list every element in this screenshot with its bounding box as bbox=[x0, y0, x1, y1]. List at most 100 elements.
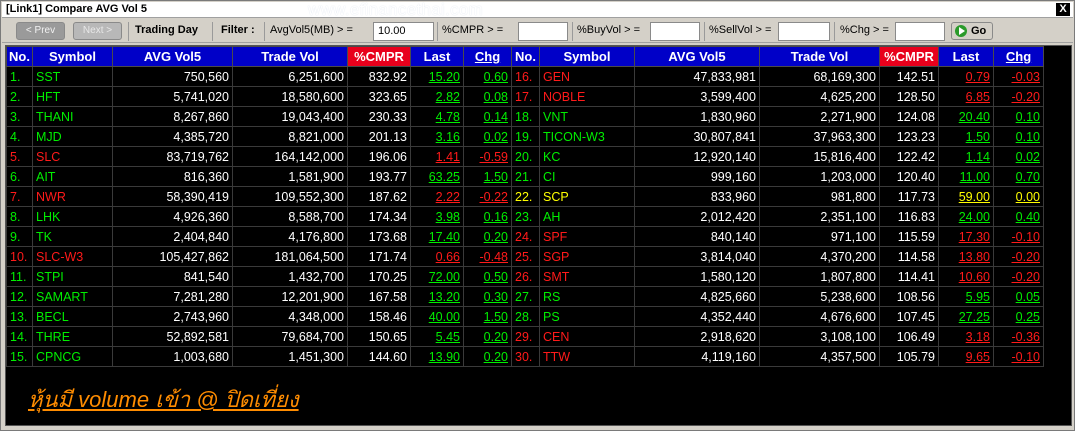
last-price-cell[interactable]: 17.40 bbox=[410, 226, 464, 247]
table-row[interactable]: 9. TK 2,404,840 4,176,800 173.68 17.40 0.20 24.… bbox=[6, 226, 1044, 247]
table-row[interactable]: 2. HFT 5,741,020 18,580,600 323.65 2.82 0.08 17… bbox=[6, 86, 1044, 107]
chg-cell[interactable]: -0.22 bbox=[463, 186, 512, 207]
last-price-cell[interactable]: 17.30 bbox=[938, 226, 994, 247]
chg-cell[interactable]: -0.36 bbox=[993, 326, 1044, 347]
table-row[interactable]: 5. SLC 83,719,762 164,142,000 196.06 1.41 -0.5… bbox=[6, 146, 1044, 167]
last-price-cell[interactable]: 27.25 bbox=[938, 306, 994, 327]
trading-day-toggle[interactable]: Trading Day bbox=[135, 24, 198, 36]
close-icon[interactable]: X bbox=[1056, 3, 1070, 16]
table-row[interactable]: 6. AIT 816,360 1,581,900 193.77 63.25 1.50 21. C… bbox=[6, 166, 1044, 187]
go-button[interactable]: Go bbox=[951, 22, 993, 40]
table-row[interactable]: 3. THANI 8,267,860 19,043,400 230.33 4.78 0.14… bbox=[6, 106, 1044, 127]
last-price-cell[interactable]: 10.60 bbox=[938, 266, 994, 287]
symbol-cell[interactable]: AH bbox=[539, 206, 635, 227]
chg-cell[interactable]: -0.10 bbox=[993, 346, 1044, 367]
symbol-cell[interactable]: NWR bbox=[32, 186, 113, 207]
last-price-cell[interactable]: 1.14 bbox=[938, 146, 994, 167]
last-price-cell[interactable]: 4.78 bbox=[410, 106, 464, 127]
table-row[interactable]: 15. CPNCG 1,003,680 1,451,300 144.60 13.90 0.2… bbox=[6, 346, 1044, 367]
chg-cell[interactable]: -0.20 bbox=[993, 266, 1044, 287]
last-price-cell[interactable]: 9.65 bbox=[938, 346, 994, 367]
chg-cell[interactable]: 0.50 bbox=[463, 266, 512, 287]
last-price-cell[interactable]: 3.16 bbox=[410, 126, 464, 147]
chg-cell[interactable]: 0.14 bbox=[463, 106, 512, 127]
symbol-cell[interactable]: KC bbox=[539, 146, 635, 167]
symbol-cell[interactable]: HFT bbox=[32, 86, 113, 107]
last-price-cell[interactable]: 40.00 bbox=[410, 306, 464, 327]
chg-cell[interactable]: 0.70 bbox=[993, 166, 1044, 187]
last-price-cell[interactable]: 15.20 bbox=[410, 66, 464, 87]
chg-cell[interactable]: 0.08 bbox=[463, 86, 512, 107]
chg-cell[interactable]: 1.50 bbox=[463, 306, 512, 327]
symbol-cell[interactable]: TICON-W3 bbox=[539, 126, 635, 147]
last-price-cell[interactable]: 63.25 bbox=[410, 166, 464, 187]
last-price-cell[interactable]: 3.18 bbox=[938, 326, 994, 347]
chg-cell[interactable]: 0.00 bbox=[993, 186, 1044, 207]
chg-cell[interactable]: 0.16 bbox=[463, 206, 512, 227]
last-price-cell[interactable]: 5.95 bbox=[938, 286, 994, 307]
symbol-cell[interactable]: BECL bbox=[32, 306, 113, 327]
symbol-cell[interactable]: NOBLE bbox=[539, 86, 635, 107]
table-row[interactable]: 7. NWR 58,390,419 109,552,300 187.62 2.22 -0.2… bbox=[6, 186, 1044, 207]
table-row[interactable]: 4. MJD 4,385,720 8,821,000 201.13 3.16 0.02 19.… bbox=[6, 126, 1044, 147]
symbol-cell[interactable]: CPNCG bbox=[32, 346, 113, 367]
chg-cell[interactable]: -0.03 bbox=[993, 66, 1044, 87]
symbol-cell[interactable]: TK bbox=[32, 226, 113, 247]
col-header-symbol[interactable]: Symbol bbox=[539, 46, 635, 67]
symbol-cell[interactable]: SMT bbox=[539, 266, 635, 287]
symbol-cell[interactable]: SLC bbox=[32, 146, 113, 167]
table-row[interactable]: 11. STPI 841,540 1,432,700 170.25 72.00 0.50 26… bbox=[6, 266, 1044, 287]
last-price-cell[interactable]: 1.50 bbox=[938, 126, 994, 147]
chg-cell[interactable]: 0.20 bbox=[463, 226, 512, 247]
chg-cell[interactable]: -0.48 bbox=[463, 246, 512, 267]
symbol-cell[interactable]: VNT bbox=[539, 106, 635, 127]
table-row[interactable]: 14. THRE 52,892,581 79,684,700 150.65 5.45 0.2… bbox=[6, 326, 1044, 347]
chg-cell[interactable]: 0.10 bbox=[993, 126, 1044, 147]
last-price-cell[interactable]: 72.00 bbox=[410, 266, 464, 287]
chg-cell[interactable]: 0.02 bbox=[463, 126, 512, 147]
col-header-avg-vol5[interactable]: AVG Vol5 bbox=[112, 46, 233, 67]
chg-cell[interactable]: 0.05 bbox=[993, 286, 1044, 307]
symbol-cell[interactable]: RS bbox=[539, 286, 635, 307]
chg-cell[interactable]: -0.10 bbox=[993, 226, 1044, 247]
symbol-cell[interactable]: SGP bbox=[539, 246, 635, 267]
chg-cell[interactable]: 0.40 bbox=[993, 206, 1044, 227]
last-price-cell[interactable]: 11.00 bbox=[938, 166, 994, 187]
chg-cell[interactable]: 0.10 bbox=[993, 106, 1044, 127]
symbol-cell[interactable]: SPF bbox=[539, 226, 635, 247]
table-row[interactable]: 12. SAMART 7,281,280 12,201,900 167.58 13.20 0… bbox=[6, 286, 1044, 307]
last-price-cell[interactable]: 1.41 bbox=[410, 146, 464, 167]
chg-cell[interactable]: 0.60 bbox=[463, 66, 512, 87]
col-header-chg[interactable]: Chg bbox=[463, 46, 512, 67]
symbol-cell[interactable]: AIT bbox=[32, 166, 113, 187]
symbol-cell[interactable]: CI bbox=[539, 166, 635, 187]
last-price-cell[interactable]: 5.45 bbox=[410, 326, 464, 347]
sellvol-filter-input[interactable] bbox=[778, 22, 830, 41]
last-price-cell[interactable]: 3.98 bbox=[410, 206, 464, 227]
prev-button[interactable]: < Prev bbox=[16, 22, 65, 40]
chg-cell[interactable]: -0.59 bbox=[463, 146, 512, 167]
last-price-cell[interactable]: 0.66 bbox=[410, 246, 464, 267]
last-price-cell[interactable]: 0.79 bbox=[938, 66, 994, 87]
symbol-cell[interactable]: PS bbox=[539, 306, 635, 327]
table-row[interactable]: 1. SST 750,560 6,251,600 832.92 15.20 0.60 16. G… bbox=[6, 66, 1044, 87]
symbol-cell[interactable]: LHK bbox=[32, 206, 113, 227]
col-header-avg-vol5[interactable]: AVG Vol5 bbox=[634, 46, 760, 67]
col-header-trade-vol[interactable]: Trade Vol bbox=[759, 46, 880, 67]
chg-cell[interactable]: 0.20 bbox=[463, 346, 512, 367]
last-price-cell[interactable]: 13.80 bbox=[938, 246, 994, 267]
last-price-cell[interactable]: 2.82 bbox=[410, 86, 464, 107]
col-header-cmpr[interactable]: %CMPR bbox=[347, 46, 411, 67]
table-row[interactable]: 8. LHK 4,926,360 8,588,700 174.34 3.98 0.16 23.… bbox=[6, 206, 1044, 227]
chg-cell[interactable]: 0.25 bbox=[993, 306, 1044, 327]
col-header-no[interactable]: No. bbox=[6, 46, 33, 67]
table-row[interactable]: 10. SLC-W3 105,427,862 181,064,500 171.74 0.6… bbox=[6, 246, 1044, 267]
symbol-cell[interactable]: THRE bbox=[32, 326, 113, 347]
col-header-last[interactable]: Last bbox=[938, 46, 994, 67]
col-header-no[interactable]: No. bbox=[511, 46, 540, 67]
last-price-cell[interactable]: 13.90 bbox=[410, 346, 464, 367]
chg-cell[interactable]: 1.50 bbox=[463, 166, 512, 187]
col-header-symbol[interactable]: Symbol bbox=[32, 46, 113, 67]
last-price-cell[interactable]: 6.85 bbox=[938, 86, 994, 107]
symbol-cell[interactable]: MJD bbox=[32, 126, 113, 147]
